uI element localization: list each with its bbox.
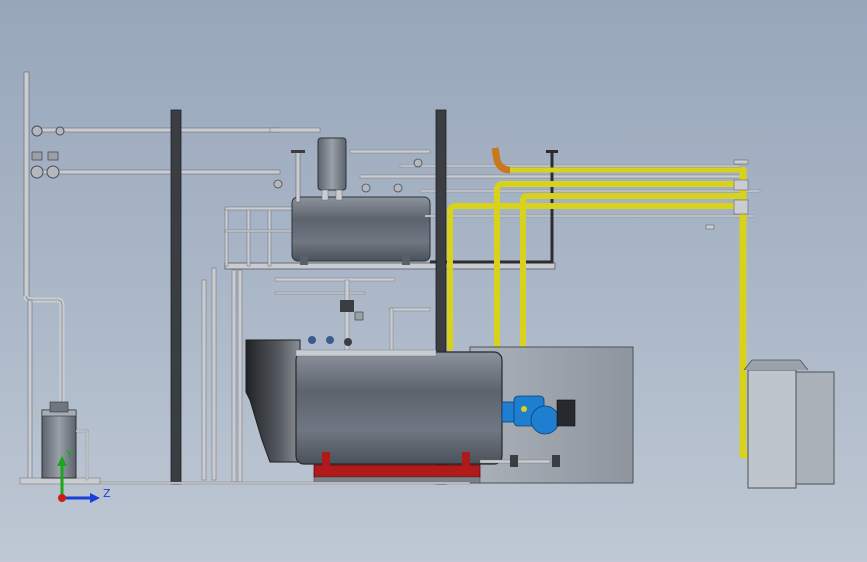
steam-drum bbox=[291, 196, 431, 265]
top-tank bbox=[269, 127, 347, 201]
triad-y-label: Y bbox=[65, 448, 73, 461]
control-cabinet bbox=[743, 359, 835, 489]
smoke-box bbox=[245, 339, 301, 463]
left-header-pipes bbox=[30, 125, 281, 179]
boiler-assembly-drawing: Y Z bbox=[19, 71, 835, 503]
feed-water-tank bbox=[41, 401, 89, 481]
orange-elbow-pipe bbox=[491, 147, 511, 174]
drain-pipes bbox=[201, 267, 243, 483]
cad-viewport[interactable]: Y Z bbox=[0, 0, 867, 562]
triad-z-label: Z bbox=[103, 487, 111, 500]
left-steel-column bbox=[170, 109, 182, 485]
main-boiler-shell bbox=[295, 349, 503, 465]
